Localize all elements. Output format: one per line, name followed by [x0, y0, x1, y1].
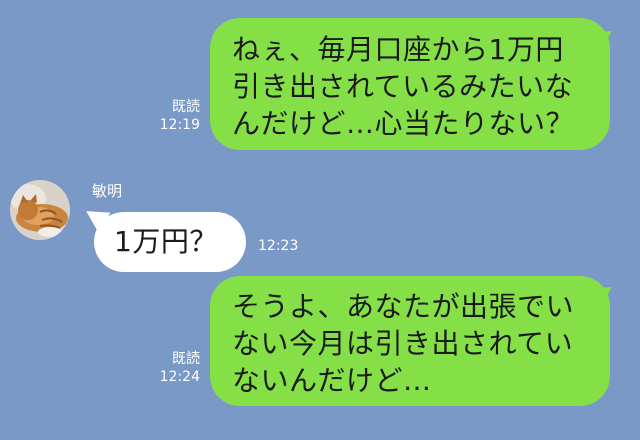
- message-line: 引き出されているみたいな: [232, 70, 574, 103]
- chat-screen: 既読 12:19 ねぇ、毎月口座から1万円 引き出されているみたいな んだけど……: [0, 0, 640, 440]
- cat-icon: [10, 180, 70, 240]
- message-line: んだけど…心当たりない？: [232, 107, 575, 140]
- message-time: 12:23: [258, 238, 299, 254]
- sender-name: 敏明: [92, 182, 123, 200]
- message-line: ないんだけど…: [232, 364, 432, 397]
- message-bubble[interactable]: ねぇ、毎月口座から1万円 引き出されているみたいな んだけど…心当たりない？: [210, 18, 610, 150]
- message-line: そうよ、あなたが出張でい: [232, 290, 575, 323]
- message-time: 12:24: [159, 369, 200, 385]
- cat-photo-avatar[interactable]: [10, 180, 70, 240]
- message-meta: 既読 12:24: [146, 350, 200, 386]
- message-line: 1万円？: [114, 225, 218, 258]
- read-label: 既読: [172, 351, 200, 367]
- message-meta: 既読 12:19: [146, 98, 200, 134]
- message-time: 12:19: [159, 117, 200, 133]
- read-label: 既読: [172, 99, 200, 115]
- message-line: ねぇ、毎月口座から1万円: [232, 33, 564, 66]
- message-bubble[interactable]: そうよ、あなたが出張でい ない今月は引き出されてい ないんだけど…: [210, 276, 610, 406]
- message-line: ない今月は引き出されてい: [232, 327, 574, 360]
- message-bubble[interactable]: 1万円？: [94, 212, 246, 272]
